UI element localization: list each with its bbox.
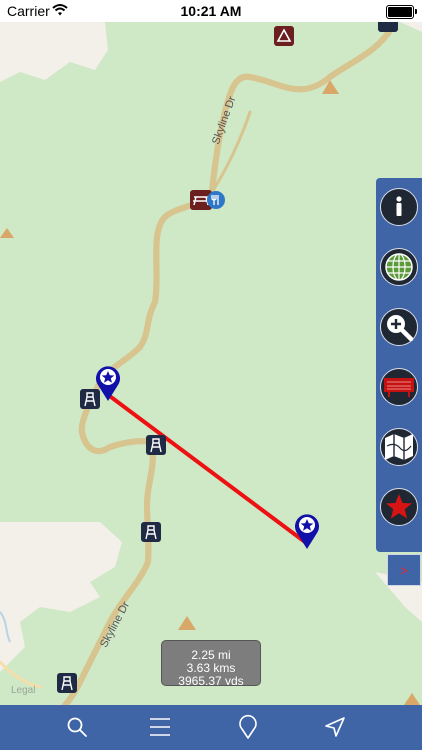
map-icon	[385, 434, 413, 460]
side-toolbar	[376, 178, 422, 552]
star-pin-icon	[295, 514, 319, 549]
park-sign-icon	[384, 378, 414, 397]
distance-yards: 3965.37 yds	[178, 674, 244, 686]
campground-marker[interactable]	[274, 26, 294, 51]
route-end-pin[interactable]	[293, 512, 321, 555]
developed-area-top-left	[0, 22, 108, 82]
bottom-tab-bar	[0, 705, 422, 750]
info-button[interactable]	[380, 188, 418, 226]
lookout-tower-marker[interactable]	[141, 522, 161, 547]
picnic-marker[interactable]	[190, 190, 226, 215]
star-pin-icon	[96, 366, 120, 401]
pin-tab[interactable]	[233, 713, 263, 741]
battery-icon	[386, 5, 417, 19]
map-button[interactable]	[380, 428, 418, 466]
search-tab[interactable]	[62, 713, 92, 741]
lookout-tower-marker[interactable]	[57, 673, 77, 698]
globe-icon	[385, 253, 413, 281]
star-icon	[386, 494, 412, 519]
distance-readout: 2.25 mi 3.63 kms 3965.37 yds	[161, 640, 261, 686]
peak-markers	[0, 80, 420, 705]
picnic-table-icon	[190, 190, 225, 210]
campground-marker[interactable]	[378, 22, 398, 37]
route-start-pin[interactable]	[94, 364, 122, 407]
tower-icon	[141, 522, 161, 542]
tent-icon	[274, 26, 294, 46]
location-arrow-icon	[325, 717, 345, 737]
tower-icon	[57, 673, 77, 693]
zoom-in-button[interactable]	[380, 308, 418, 346]
legal-link[interactable]: Legal	[11, 685, 35, 696]
developed-area-bottom-left	[0, 522, 122, 672]
tent-icon	[378, 22, 398, 32]
zoom-in-icon	[387, 315, 414, 342]
search-icon	[67, 717, 87, 737]
expand-toolbar-button[interactable]: >	[387, 554, 421, 586]
favorites-button[interactable]	[380, 488, 418, 526]
park-sign-button[interactable]	[380, 368, 418, 406]
globe-button[interactable]	[380, 248, 418, 286]
route-line	[105, 392, 307, 544]
status-bar: Carrier 10:21 AM	[0, 0, 422, 22]
map-view[interactable]: Skyline Dr Skyline Dr Legal	[0, 22, 422, 705]
tower-icon	[146, 435, 166, 455]
menu-icon	[150, 718, 170, 736]
map-base	[0, 22, 422, 705]
clock-time: 10:21 AM	[180, 3, 242, 19]
pin-icon	[239, 714, 257, 739]
menu-tab[interactable]	[145, 713, 175, 741]
location-tab[interactable]	[320, 713, 350, 741]
info-icon	[385, 193, 413, 221]
lookout-tower-marker[interactable]	[146, 435, 166, 460]
